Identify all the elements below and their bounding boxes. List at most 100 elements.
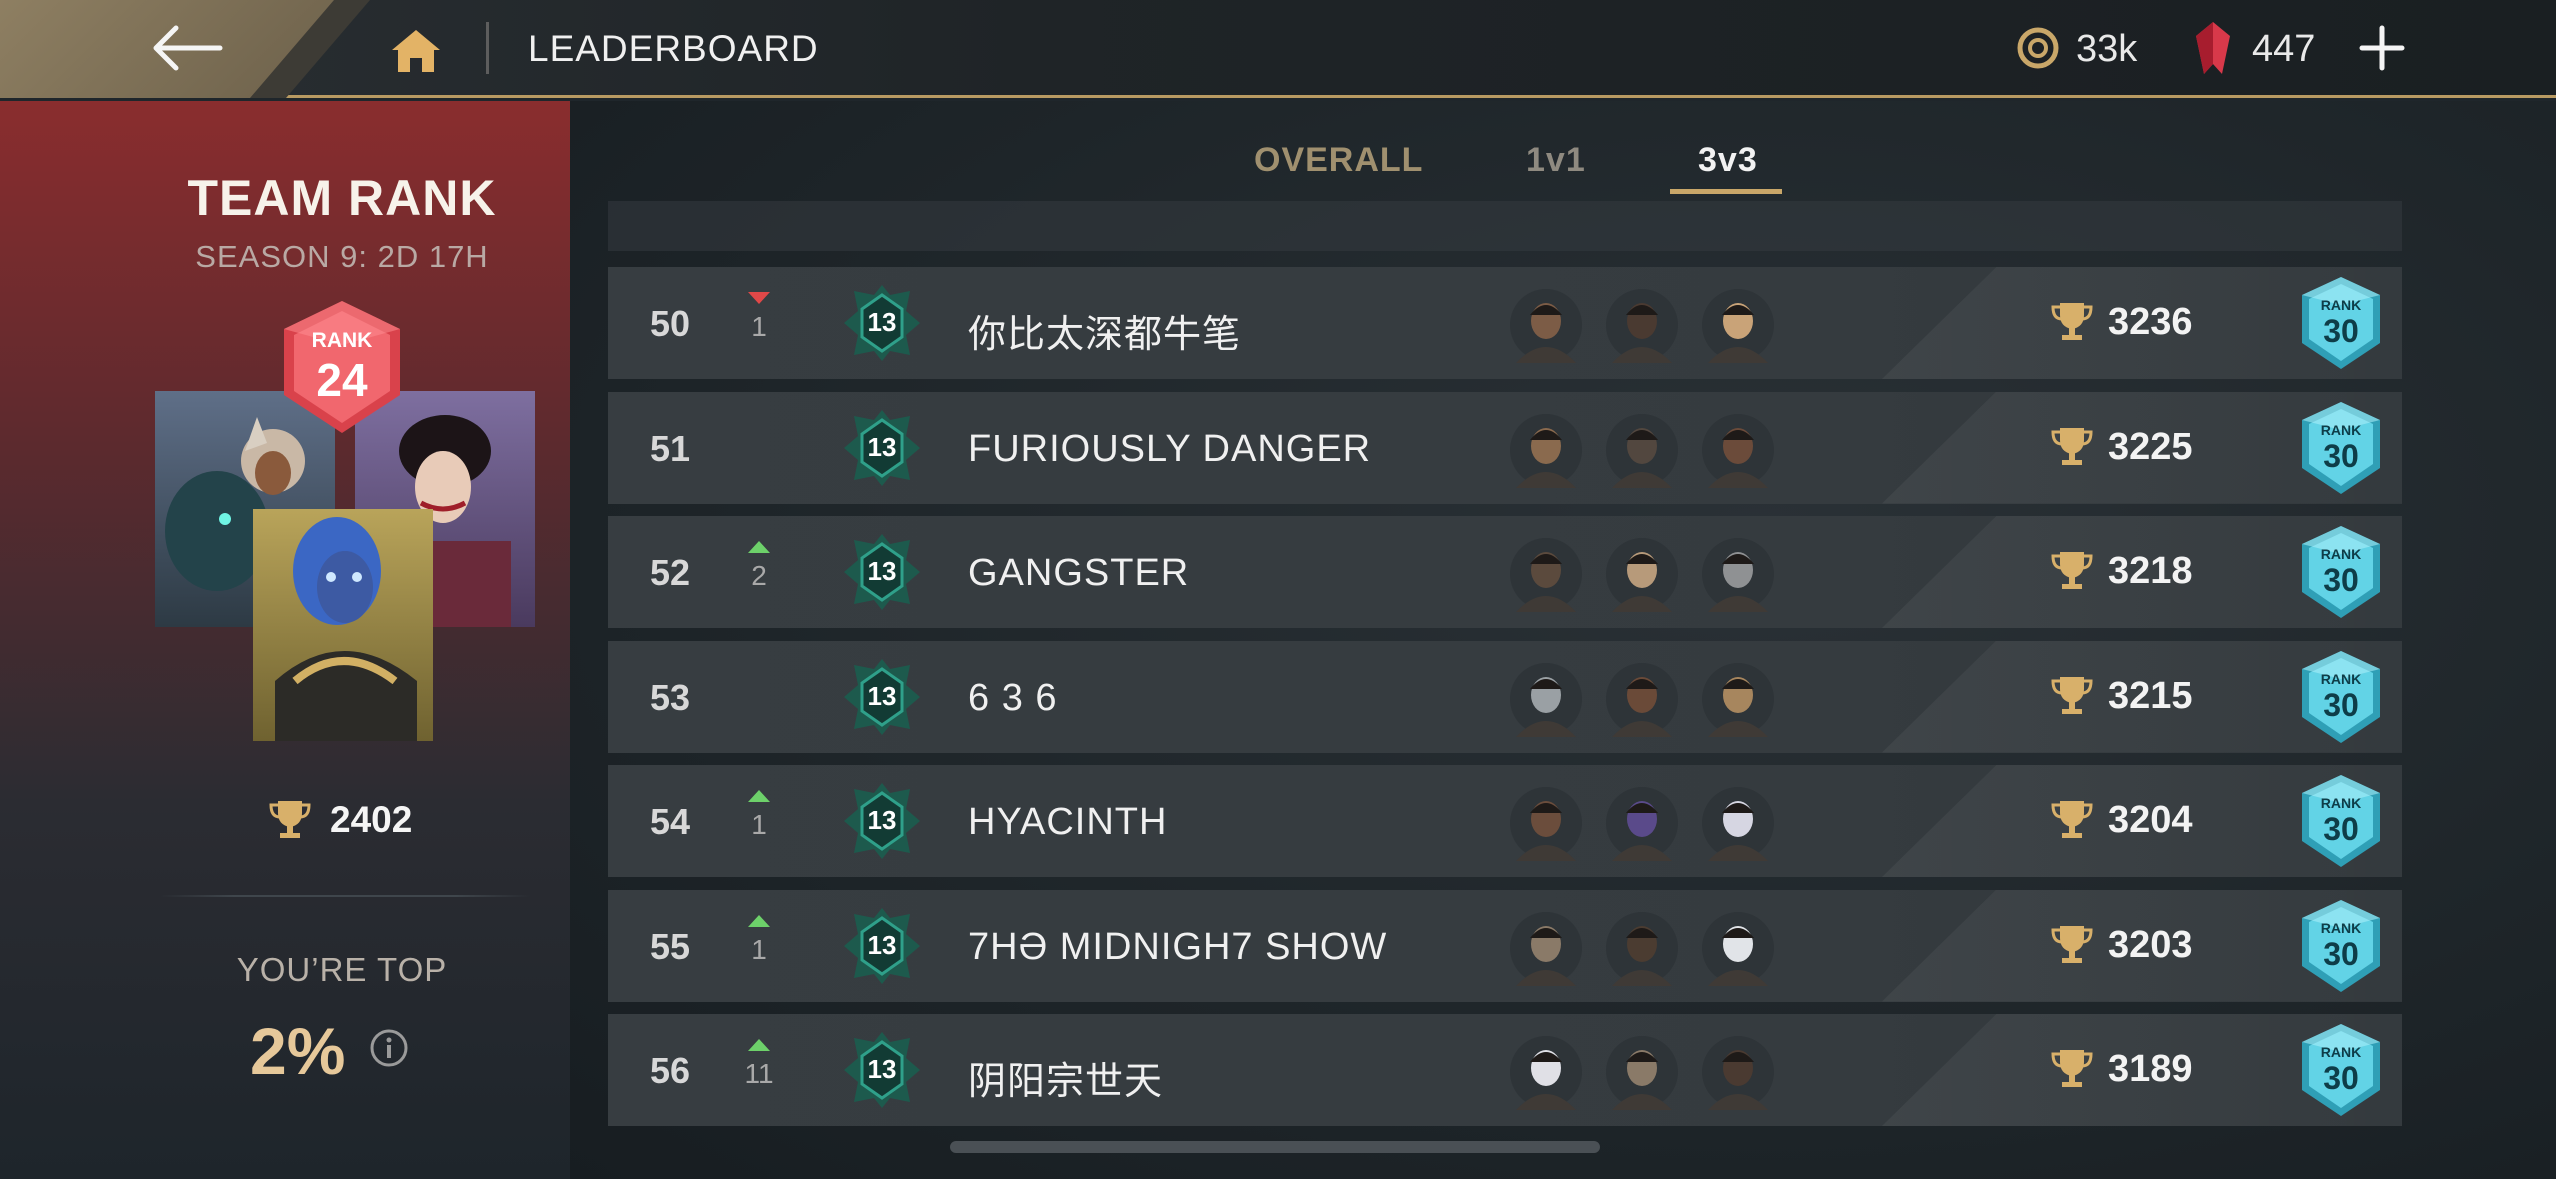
team-name: 6 3 6: [968, 676, 1058, 719]
active-tab-indicator: [1670, 189, 1782, 194]
add-currency-button[interactable]: [2358, 22, 2406, 74]
rank-tier-label: RANK: [2320, 919, 2362, 936]
rank-change: 2: [738, 540, 780, 592]
team-level-value: 13: [867, 431, 897, 462]
hero-avatar-2: [1606, 787, 1678, 861]
rank-position: 56: [650, 1050, 691, 1091]
back-arrow-icon[interactable]: [150, 22, 226, 74]
rank-tier-badge: RANK 30: [2298, 1022, 2384, 1118]
team-level-emblem: 13: [840, 530, 924, 614]
panel-divider: [160, 895, 530, 897]
tab-overall[interactable]: OVERALL: [1254, 141, 1423, 180]
trophy-icon: [2051, 552, 2093, 589]
hero-avatar-1: [1510, 662, 1582, 737]
trophy-icon: [2051, 303, 2093, 340]
hero-avatar-1: [1510, 1036, 1582, 1110]
leaderboard-row[interactable]: 50 1 13 你比太深都牛笔 3236 RANK 30: [608, 267, 2402, 379]
rank-tier-number: 30: [2323, 313, 2359, 349]
team-score: 3203: [2108, 923, 2193, 966]
rank-change-arrow-icon: [748, 914, 770, 927]
top-percent: 2%: [250, 1014, 346, 1088]
coin-balance: 33k: [2076, 28, 2138, 70]
team-level-emblem: 13: [840, 406, 924, 490]
rank-position: 55: [650, 925, 691, 967]
rank-tier-badge: RANK 30: [2298, 400, 2384, 496]
hero-avatar-1: [1510, 787, 1582, 861]
rank-change-arrow-icon: [748, 790, 770, 802]
leaderboard-row[interactable]: 53 13 6 3 6 3215 RANK 30: [608, 640, 2402, 753]
team-portraits[interactable]: [155, 391, 535, 741]
tab-1v1[interactable]: 1v1: [1526, 141, 1586, 180]
rank-position: 52: [650, 552, 691, 593]
hero-avatar-2: [1606, 911, 1678, 986]
hero-avatar-1: [1510, 911, 1582, 986]
rank-position: 54: [650, 801, 691, 842]
rank-change: [738, 665, 780, 685]
team-score: 3218: [2108, 550, 2193, 592]
rank-change-value: 1: [751, 933, 767, 965]
team-level-emblem: 13: [840, 655, 924, 739]
title-separator: [486, 22, 489, 74]
trophy-icon: [269, 801, 311, 838]
tab-3v3[interactable]: 3v3: [1698, 141, 1758, 180]
team-level-value: 13: [867, 680, 897, 711]
rank-tier-label: RANK: [2320, 795, 2362, 811]
rank-change-value: 2: [751, 560, 767, 591]
rank-change: 11: [738, 1038, 780, 1090]
team-name: 阴阳宗世天: [968, 1061, 1164, 1103]
team-name: FURIOUSLY DANGER: [968, 427, 1372, 470]
rank-tier-number: 30: [2323, 562, 2359, 598]
team-name: GANGSTER: [968, 552, 1190, 594]
rank-change-arrow-icon: [748, 541, 770, 553]
trophy-icon: [2051, 1050, 2093, 1087]
rank-tier-label: RANK: [2320, 546, 2362, 562]
rank-tier-label: RANK: [2320, 1044, 2362, 1060]
leaderboard-row[interactable]: 56 11 13 阴阳宗世天 3189 RANK 30: [608, 1014, 2402, 1126]
trophy-icon: [2051, 801, 2093, 838]
rank-tier-label: RANK: [2320, 421, 2362, 438]
rank-tier-badge: RANK 30: [2298, 524, 2384, 620]
hero-avatar-2: [1606, 1036, 1678, 1110]
rank-tier-badge: RANK 30: [2298, 649, 2384, 745]
rank-tier-number: 30: [2323, 437, 2359, 474]
team-level-emblem: 13: [840, 779, 924, 863]
team-score: 3204: [2108, 799, 2193, 841]
rank-change: 1: [738, 914, 780, 966]
team-score: 3189: [2108, 1048, 2193, 1090]
hero-avatar-3: [1702, 538, 1774, 612]
team-name: 7HƏ MIDNIGH7 SHOW: [968, 925, 1388, 968]
rank-change-value: 1: [751, 809, 767, 840]
info-icon[interactable]: [368, 1027, 410, 1069]
leaderboard-list[interactable]: 50 1 13 你比太深都牛笔 3236 RANK 30 51 13 FURIO…: [608, 201, 2402, 1136]
partial-row-above: [608, 201, 2402, 251]
hero-avatar-3: [1702, 662, 1774, 737]
rank-change: 1: [738, 789, 780, 841]
team-rank-panel: TEAM RANK SEASON 9: 2D 17H RANK 24 2402 …: [0, 101, 570, 1179]
leaderboard-row[interactable]: 51 13 FURIOUSLY DANGER 3225 RANK 30: [608, 391, 2402, 504]
gem-balance: 447: [2252, 28, 2316, 70]
leaderboard-row[interactable]: 55 1 13 7HƏ MIDNIGH7 SHOW 3203 RANK 30: [608, 889, 2402, 1002]
hero-avatar-3: [1702, 787, 1774, 861]
team-level-value: 13: [867, 929, 897, 960]
leaderboard-main: OVERALL 1v1 3v3 50 1 13 你比太深都牛笔 3236 RAN…: [570, 101, 2556, 1179]
team-score: 3225: [2108, 425, 2193, 468]
trophy-icon: [2051, 676, 2093, 714]
hero-avatar-1: [1510, 538, 1582, 612]
team-level-value: 13: [867, 805, 897, 835]
rank-change-arrow-icon: [748, 1039, 770, 1051]
leaderboard-row[interactable]: 54 1 13 HYACINTH 3204 RANK 30: [608, 765, 2402, 877]
portrait-front: [253, 509, 433, 741]
home-icon[interactable]: [388, 26, 444, 74]
hero-avatar-3: [1702, 1036, 1774, 1110]
team-score: 3215: [2108, 674, 2193, 717]
trophy-icon: [2051, 925, 2093, 963]
hero-avatar-2: [1606, 538, 1678, 612]
horizontal-scrollbar[interactable]: [950, 1141, 1600, 1153]
leaderboard-row[interactable]: 52 2 13 GANGSTER 3218 RANK 30: [608, 516, 2402, 628]
rank-position: 53: [650, 676, 691, 718]
team-score: 2402: [330, 799, 413, 840]
team-rank-label: RANK: [311, 329, 373, 352]
hero-avatar-1: [1510, 413, 1582, 488]
hero-avatar-3: [1702, 289, 1774, 363]
rank-position: 51: [650, 427, 691, 469]
